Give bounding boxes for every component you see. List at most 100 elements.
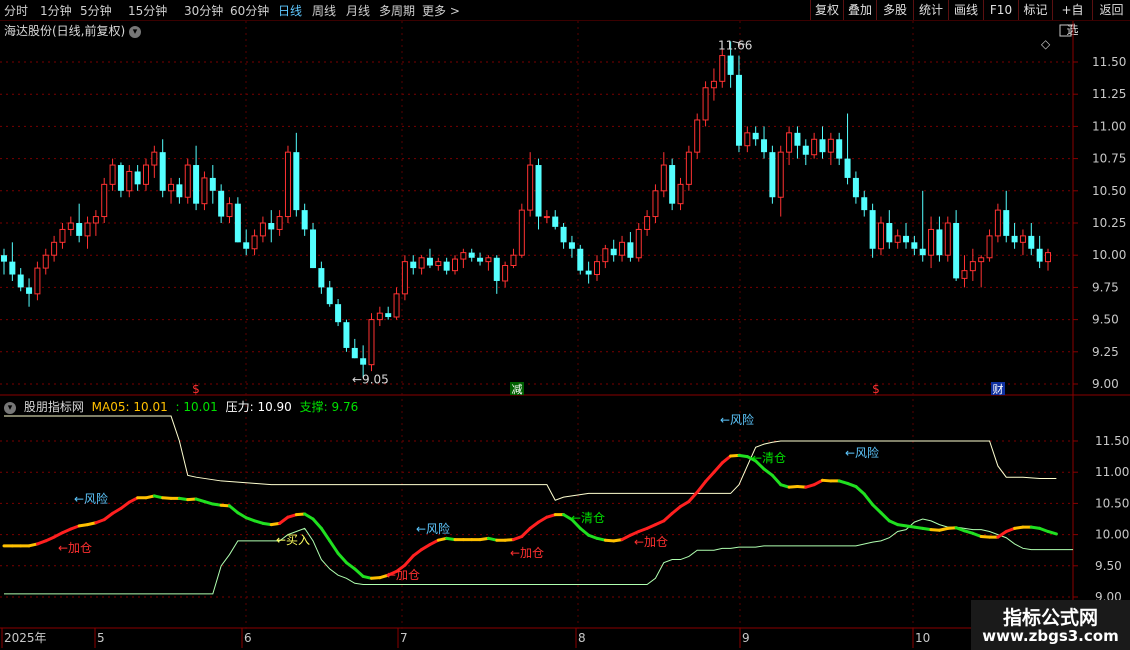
candle-body (226, 203, 233, 218)
candle-body (26, 287, 33, 294)
candle-body (911, 242, 918, 249)
candle-body (1019, 235, 1026, 243)
period-tab-10[interactable]: 更多 > (422, 2, 460, 19)
toolbar-button-4[interactable]: 画线 (948, 0, 983, 20)
ma-segment (228, 504, 240, 515)
period-tab-9[interactable]: 多周期 (379, 2, 415, 19)
period-tab-0[interactable]: 分时 (4, 2, 28, 19)
toolbar-button-7[interactable]: +自选 (1052, 0, 1092, 37)
stock-title-text: 海达股份(日线,前复权) (4, 24, 126, 38)
candle-body (385, 313, 392, 318)
candle-body (343, 322, 350, 348)
annotation-label: ←加仓 (386, 568, 420, 582)
candle-body (635, 228, 642, 259)
candle-body (577, 248, 584, 271)
candle-body (535, 165, 542, 217)
collapse-icon[interactable]: ▾ (4, 401, 16, 414)
annotation-label: ←加仓 (634, 535, 668, 549)
candle-body (961, 270, 968, 279)
candle-body (527, 164, 534, 211)
ma-segment (1046, 529, 1058, 536)
candle-body (34, 267, 41, 295)
ma-segment (704, 470, 716, 484)
candle-body (243, 242, 250, 249)
candle-body (17, 274, 24, 288)
candle-body (710, 80, 717, 89)
annotation-label: ←清仓 (571, 511, 605, 525)
period-tab-3[interactable]: 15分钟 (128, 2, 167, 19)
candle-body (126, 170, 133, 192)
candle-body (727, 55, 734, 75)
candle-body (168, 183, 175, 192)
candle-body (335, 304, 342, 323)
candle-body (644, 216, 651, 230)
period-tab-5[interactable]: 60分钟 (230, 2, 269, 19)
candle-body (761, 139, 768, 153)
period-toolbar: 分时 1分钟 5分钟 15分钟 30分钟 60分钟 日线 周线 月线 多周期 更多 > 复权 叠加 多股统… (0, 0, 1130, 37)
candle-body (184, 164, 191, 198)
candle-body (201, 177, 208, 205)
candle-body (493, 257, 500, 281)
toolbar-button-2[interactable]: 多股 (876, 0, 913, 20)
low-label: ←9.05 (352, 373, 389, 387)
indicator-tick-label: 10.50 (1095, 496, 1129, 510)
ma-segment (403, 554, 415, 567)
period-tab-4[interactable]: 30分钟 (184, 2, 223, 19)
toolbar-button-5[interactable]: F10 (983, 0, 1018, 20)
candle-body (418, 257, 425, 269)
period-tab-8[interactable]: 月线 (346, 2, 370, 19)
high-label: 11.66 (718, 38, 752, 52)
candle-body (978, 257, 985, 263)
candle-body (702, 87, 709, 121)
toolbar-button-1[interactable]: 叠加 (843, 0, 876, 20)
annotation-label: ←清仓 (752, 451, 786, 465)
candle-body (886, 223, 893, 243)
candle-body (410, 261, 417, 269)
period-tab-2[interactable]: 5分钟 (80, 2, 112, 19)
period-tab-6[interactable]: 日线 (278, 2, 302, 19)
ma-segment (695, 480, 708, 494)
candle-body (393, 293, 400, 318)
candle-body (401, 261, 408, 295)
period-tab-1[interactable]: 1分钟 (40, 2, 72, 19)
diamond-icon: ◇ (1041, 37, 1051, 51)
price-tick-label: 10.75 (1092, 152, 1126, 166)
candle-body (268, 223, 275, 230)
toolbar-button-0[interactable]: 复权 (810, 0, 843, 20)
candle-body (176, 184, 183, 198)
candle-body (560, 226, 567, 243)
dropdown-icon[interactable]: ▾ (129, 25, 142, 38)
candle-body (852, 177, 859, 198)
ma-segment (712, 461, 724, 474)
annotation-label: ←风险 (416, 521, 450, 536)
candle-body (209, 177, 216, 191)
toolbar-button-8[interactable]: 返回 (1092, 0, 1130, 20)
candle-body (435, 261, 442, 267)
annotation-label: ←风险 (74, 491, 108, 506)
annotation-label: ←加仓 (510, 546, 544, 560)
candle-body (318, 268, 325, 288)
period-tab-7[interactable]: 周线 (312, 2, 336, 19)
candle-body (660, 164, 667, 192)
toolbar-button-3[interactable]: 统计 (913, 0, 948, 20)
candle-body (109, 164, 116, 185)
candle-body (259, 222, 266, 237)
candle-body (903, 235, 910, 243)
candle-body (218, 190, 225, 217)
ma-label: MA05: 10.01 (91, 400, 168, 414)
candle-body (9, 261, 16, 275)
candle-body (811, 138, 818, 156)
candle-body (794, 132, 801, 146)
candle-body (944, 222, 951, 256)
indicator-name: 股朋指标网 (23, 400, 84, 414)
xaxis-label: 2025年 (4, 631, 47, 645)
candle-body (360, 358, 367, 365)
ma-segment (879, 511, 891, 523)
candle-body (677, 183, 684, 205)
indicator-tick-label: 11.00 (1095, 465, 1129, 479)
ma-value2: : 10.01 (175, 400, 218, 414)
candle-body (1, 255, 7, 262)
price-tick-label: 10.25 (1092, 216, 1126, 230)
ma-segment (662, 511, 674, 523)
toolbar-button-6[interactable]: 标记 (1018, 0, 1052, 20)
